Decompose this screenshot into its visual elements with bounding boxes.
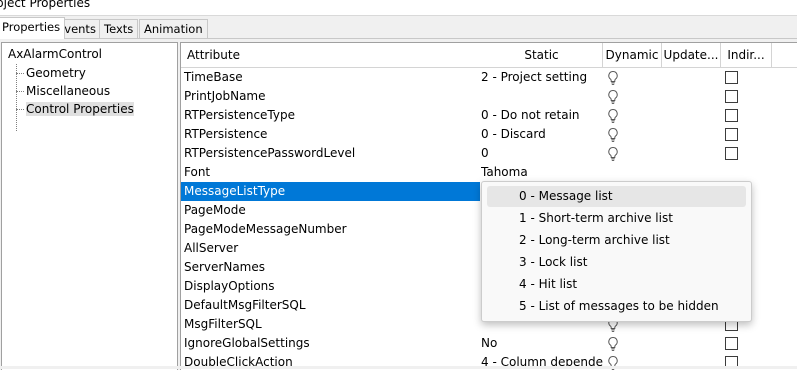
- tree-item-label: AxAlarmControl: [8, 47, 102, 61]
- table-row[interactable]: RTPersistence 0 - Discard: [181, 125, 797, 144]
- tree-item-geometry[interactable]: Geometry: [26, 65, 86, 81]
- header-label: Attribute: [187, 48, 240, 62]
- window-title: bject Properties: [0, 0, 91, 10]
- dropdown-option[interactable]: 4 - Hit list: [487, 274, 746, 295]
- lightbulb-icon[interactable]: [605, 108, 621, 124]
- header-label: Indir...: [727, 48, 765, 62]
- indirect-checkbox[interactable]: [725, 109, 738, 122]
- column-header-static[interactable]: Static: [481, 43, 603, 68]
- attribute-cell[interactable]: PageMode: [181, 201, 480, 220]
- tab-label: Texts: [104, 22, 134, 36]
- attribute-cell[interactable]: DisplayOptions: [181, 277, 480, 296]
- static-value-cell[interactable]: Tahoma: [481, 163, 603, 182]
- static-value-cell[interactable]: No: [481, 334, 603, 353]
- table-row[interactable]: PrintJobName: [181, 87, 797, 106]
- attribute-cell[interactable]: Font: [181, 163, 480, 182]
- header-label: Update...: [663, 48, 719, 62]
- static-value-cell[interactable]: 0: [481, 144, 603, 163]
- attribute-cell[interactable]: PageModeMessageNumber: [181, 220, 480, 239]
- table-row[interactable]: RTPersistencePasswordLevel 0: [181, 144, 797, 163]
- dropdown-option[interactable]: 5 - List of messages to be hidden: [487, 296, 746, 317]
- attribute-cell[interactable]: MessageListType: [181, 182, 480, 201]
- tree-item-label: Miscellaneous: [26, 84, 111, 98]
- indirect-checkbox[interactable]: [725, 71, 738, 84]
- tree-item-root[interactable]: AxAlarmControl: [8, 46, 102, 62]
- tree-connector: [16, 64, 17, 131]
- lightbulb-icon[interactable]: [605, 127, 621, 143]
- indirect-checkbox[interactable]: [725, 90, 738, 103]
- table-row[interactable]: TimeBase 2 - Project setting: [181, 68, 797, 87]
- attribute-cell[interactable]: RTPersistence: [181, 125, 480, 144]
- column-header-dynamic[interactable]: Dynamic: [603, 43, 662, 68]
- header-label: Static: [524, 48, 559, 62]
- lightbulb-icon[interactable]: [605, 336, 621, 352]
- tab-texts[interactable]: Texts: [99, 19, 139, 38]
- indirect-checkbox[interactable]: [725, 128, 738, 141]
- window-title-bar[interactable]: bject Properties: [0, 0, 797, 15]
- dropdown-option[interactable]: 0 - Message list: [487, 186, 746, 207]
- tree-item-control-properties[interactable]: Control Properties: [26, 101, 134, 117]
- indirect-checkbox[interactable]: [725, 337, 738, 350]
- title-divider: [0, 15, 797, 16]
- column-header-update[interactable]: Update...: [662, 43, 721, 68]
- dropdown-option[interactable]: 2 - Long-term archive list: [487, 230, 746, 251]
- tab-label: Animation: [144, 22, 203, 36]
- column-header-filler: [772, 43, 797, 68]
- attribute-cell[interactable]: ServerNames: [181, 258, 480, 277]
- header-label: Dynamic: [605, 48, 659, 62]
- attribute-cell[interactable]: MsgFilterSQL: [181, 315, 480, 334]
- table-row[interactable]: Font Tahoma: [181, 163, 797, 182]
- tree-connector: [16, 91, 24, 92]
- tab-animation[interactable]: Animation: [139, 19, 208, 38]
- dropdown-option[interactable]: 3 - Lock list: [487, 252, 746, 273]
- tab-base-line: [0, 38, 797, 39]
- attribute-cell[interactable]: RTPersistencePasswordLevel: [181, 144, 480, 163]
- static-value-cell[interactable]: [481, 87, 603, 106]
- attribute-cell[interactable]: DefaultMsgFilterSQL: [181, 296, 480, 315]
- tab-label: Properties: [2, 20, 61, 34]
- attribute-cell[interactable]: AllServer: [181, 239, 480, 258]
- table-row[interactable]: RTPersistenceType 0 - Do not retain: [181, 106, 797, 125]
- static-value-cell[interactable]: 2 - Project setting: [481, 68, 603, 87]
- static-value-cell[interactable]: 0 - Do not retain: [481, 106, 603, 125]
- attribute-cell[interactable]: TimeBase: [181, 68, 480, 87]
- table-row[interactable]: IgnoreGlobalSettings No: [181, 334, 797, 353]
- message-list-type-dropdown[interactable]: 0 - Message list 1 - Short-term archive l…: [481, 181, 752, 322]
- attribute-cell[interactable]: RTPersistenceType: [181, 106, 480, 125]
- column-header-attribute[interactable]: Attribute: [181, 43, 487, 68]
- tab-properties[interactable]: Properties: [0, 17, 66, 39]
- tree-item-label: Control Properties: [26, 102, 134, 116]
- dropdown-option[interactable]: 1 - Short-term archive list: [487, 208, 746, 229]
- static-value-cell[interactable]: 0 - Discard: [481, 125, 603, 144]
- column-header-indirect[interactable]: Indir...: [721, 43, 772, 68]
- attribute-cell[interactable]: PrintJobName: [181, 87, 480, 106]
- lightbulb-icon[interactable]: [605, 146, 621, 162]
- tree-connector: [16, 109, 24, 110]
- indirect-checkbox[interactable]: [725, 147, 738, 160]
- tree-item-label: Geometry: [26, 66, 86, 80]
- lightbulb-icon[interactable]: [605, 89, 621, 105]
- tab-strip: Properties Events Texts Animation: [0, 17, 797, 39]
- tree-item-miscellaneous[interactable]: Miscellaneous: [26, 83, 110, 99]
- lightbulb-icon[interactable]: [605, 70, 621, 86]
- attribute-cell[interactable]: IgnoreGlobalSettings: [181, 334, 480, 353]
- object-tree[interactable]: AxAlarmControl Geometry Miscellaneous Co…: [1, 42, 178, 370]
- tree-connector: [16, 73, 24, 74]
